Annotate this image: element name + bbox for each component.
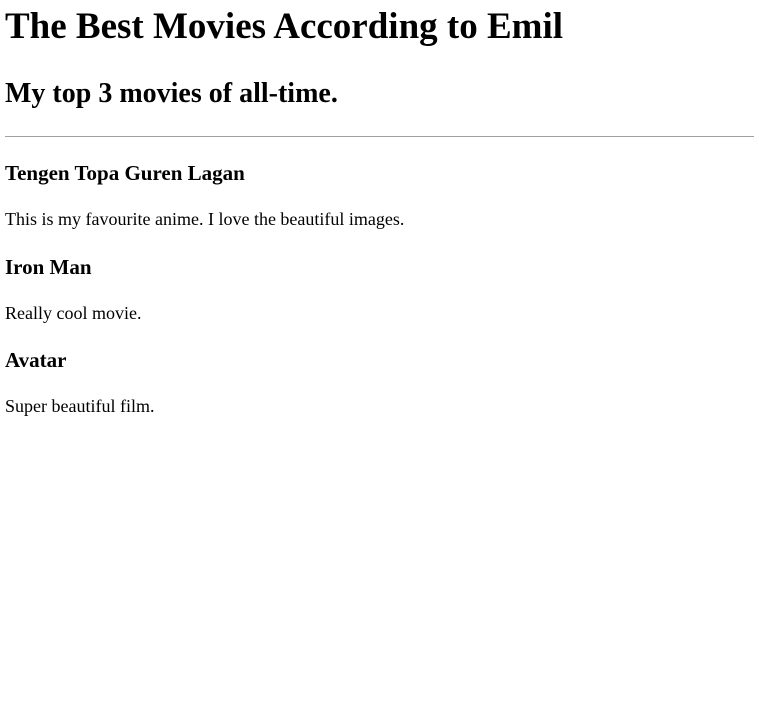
movie-list: Tengen Topa Guren Lagan This is my favou… (5, 161, 754, 418)
divider (5, 135, 754, 137)
movie-description: This is my favourite anime. I love the b… (5, 208, 405, 229)
page-subtitle: My top 3 movies of all-time. (5, 77, 338, 109)
movie-title: Avatar (5, 348, 67, 373)
movie-entry: Tengen Topa Guren Lagan This is my favou… (5, 161, 754, 231)
movie-entry: Iron Man Really cool movie. (5, 255, 754, 325)
page-title: The Best Movies According to Emil (5, 6, 564, 47)
movie-description: Super beautiful film. (5, 396, 155, 417)
movie-title: Tengen Topa Guren Lagan (5, 160, 245, 185)
movie-title: Iron Man (5, 254, 92, 279)
movie-description: Really cool movie. (5, 302, 142, 323)
movie-entry: Avatar Super beautiful film. (5, 348, 754, 418)
